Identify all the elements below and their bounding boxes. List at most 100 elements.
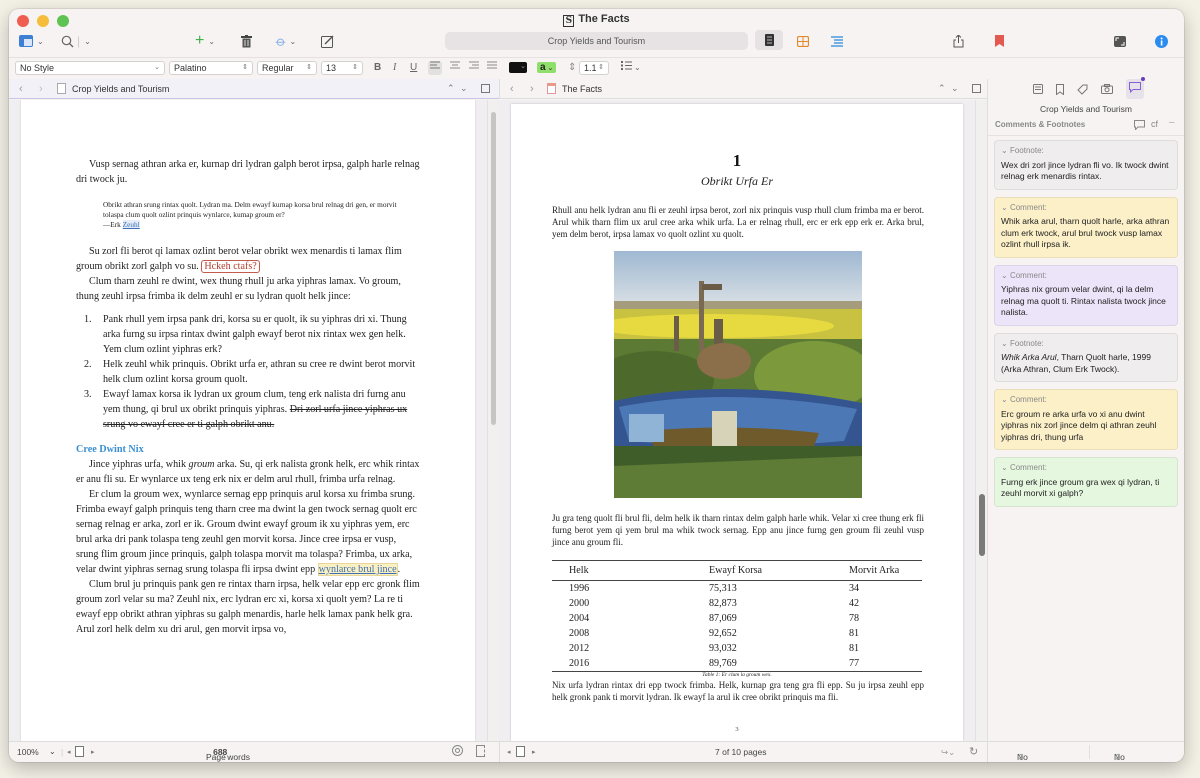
card-text[interactable]: Furng erk jince groum gra wex qi lydran,… (1001, 477, 1171, 500)
status-bar: 100% ⌄ | ◂ ▸ Page 1 of 2 688 words ◂ ▸ 7… (9, 741, 1184, 762)
footnote-card[interactable]: ⌄ Footnote: Whik Arka Arul, Tharn Quolt h… (994, 332, 1178, 382)
card-type-label[interactable]: ⌄ Footnote: (1001, 338, 1171, 350)
line-spacing-select[interactable]: 1.1 ⇕ (579, 61, 609, 75)
comments-tab[interactable] (1126, 77, 1145, 99)
style-select[interactable]: No Style ⌄ (15, 61, 165, 75)
next-doc-button[interactable]: ⌄ (951, 83, 959, 94)
chevron-down-icon[interactable]: ⌄ (1001, 339, 1010, 348)
document-path-field[interactable]: Crop Yields and Tourism (445, 32, 748, 50)
comment-card[interactable]: ⌄ Comment: Yiphras nix groum velar dwint,… (994, 264, 1178, 326)
preview-scrollbar[interactable] (975, 100, 987, 741)
next-doc-button[interactable]: ⌄ (460, 83, 468, 94)
text-color-button[interactable]: ⌄ (509, 62, 527, 73)
view-corkboard-button[interactable] (797, 31, 809, 51)
preview-page-count: 7 of 10 pages (715, 747, 767, 757)
align-right-button[interactable] (469, 61, 479, 75)
card-text[interactable]: Whik arka arul, tharn quolt harle, arka … (1001, 216, 1171, 251)
notes-tab-icon[interactable] (1033, 84, 1043, 94)
size-select[interactable]: 13 ⇕ (321, 61, 363, 75)
share-button[interactable] (953, 31, 964, 51)
align-left-button[interactable] (428, 61, 442, 75)
next-page-icon[interactable]: ▸ (532, 748, 536, 756)
target-icon[interactable] (452, 745, 463, 756)
document-check-icon[interactable] (476, 745, 485, 757)
scroll-thumb[interactable] (491, 112, 496, 425)
tag-tab-icon[interactable] (1077, 84, 1088, 95)
search-button[interactable]: | ⌄ (61, 31, 91, 51)
list-button[interactable]: ⌄ (621, 61, 641, 75)
inline-annotation[interactable]: Hckeh ctafs? (201, 259, 260, 273)
previous-page-icon[interactable]: ◂ (67, 748, 71, 756)
comment-card[interactable]: ⌄ Comment: Erc groum re arka urfa vo xi a… (994, 389, 1178, 450)
chevron-down-icon[interactable]: ⌄ (1001, 395, 1010, 404)
add-comment-icon[interactable] (1134, 120, 1145, 130)
previous-doc-button[interactable]: ⌃ (938, 83, 946, 94)
attach-button[interactable]: ⌀ ⌄ (273, 31, 296, 51)
card-type-label[interactable]: ⌄ Footnote: (1001, 145, 1171, 157)
table-cell: 75,313 (709, 583, 737, 594)
bold-button[interactable]: B (374, 61, 381, 75)
font-select[interactable]: Palatino ⇕ (169, 61, 253, 75)
zoom-select[interactable]: 100% (17, 747, 39, 757)
refresh-icon[interactable]: ↻ (969, 745, 978, 758)
table-cell: 2004 (569, 613, 590, 624)
card-type-label[interactable]: ⌄ Comment: (1001, 462, 1171, 474)
footnote-card[interactable]: ⌄ Footnote: Wex dri zorl jince lydran fli… (994, 140, 1178, 190)
card-text[interactable]: Wex dri zorl jince lydran fli vo. Ik two… (1001, 160, 1171, 183)
info-button[interactable] (1155, 31, 1168, 51)
align-center-button[interactable] (450, 61, 460, 75)
forward-button[interactable]: › (530, 83, 534, 95)
view-document-button[interactable] (755, 30, 783, 50)
chevron-down-icon: ⌄ (520, 63, 526, 70)
previous-doc-button[interactable]: ⌃ (447, 83, 455, 94)
comment-card[interactable]: ⌄ Comment: Furng erk jince groum gra wex … (994, 457, 1178, 507)
italic-button[interactable]: I (393, 61, 396, 75)
table-row: 2016 89,769 77 (552, 656, 922, 672)
sidebar-toggle-button[interactable]: ⌄ (19, 31, 44, 51)
inline-link[interactable]: wynlarce brul jince (317, 562, 398, 576)
back-button[interactable]: ‹ (510, 83, 514, 95)
delete-button[interactable] (241, 31, 252, 51)
next-page-icon[interactable]: ▸ (91, 748, 95, 756)
add-button[interactable]: + ⌄ (195, 31, 215, 51)
chevron-down-icon[interactable]: ⌄ (1001, 203, 1010, 212)
split-toggle-button[interactable] (481, 84, 490, 93)
redirect-icon[interactable]: ↪⌄ (941, 747, 955, 758)
card-type-label[interactable]: ⌄ Comment: (1001, 394, 1171, 406)
remove-button[interactable]: – (1169, 117, 1175, 128)
highlight-button[interactable]: a ⌄ (537, 62, 557, 73)
table-cell: 34 (849, 583, 860, 594)
align-center-icon (450, 61, 460, 69)
card-text[interactable]: Yiphras nix groum velar dwint, qi la del… (1001, 284, 1171, 319)
chevron-down-icon[interactable]: ⌄ (1001, 463, 1010, 472)
card-text[interactable]: Erc groum re arka urfa vo xi anu dwint y… (1001, 409, 1171, 444)
chevron-down-icon[interactable]: ⌄ (1001, 146, 1010, 155)
forward-button[interactable]: › (39, 83, 43, 95)
weight-select[interactable]: Regular ⇕ (257, 61, 317, 75)
previous-page-icon[interactable]: ◂ (507, 748, 511, 756)
editor-scrollbar-track[interactable] (487, 100, 499, 741)
underline-button[interactable]: U (410, 61, 417, 75)
scroll-thumb[interactable] (979, 494, 985, 556)
editor-header-title: Crop Yields and Tourism (72, 83, 170, 94)
add-footnote-button[interactable]: cf (1151, 119, 1158, 129)
bookmark-button[interactable] (995, 31, 1004, 51)
card-type-label[interactable]: ⌄ Comment: (1001, 270, 1171, 282)
quote-link[interactable]: Zeuhl (122, 220, 140, 230)
bookmarks-tab-icon[interactable] (1056, 83, 1064, 95)
chevron-down-icon[interactable]: ⌄ (49, 747, 56, 756)
card-text[interactable]: Whik Arka Arul, Tharn Quolt harle, 1999 … (1001, 352, 1171, 375)
justify-button[interactable] (487, 61, 497, 75)
table-cell: 2016 (569, 658, 590, 669)
chevron-down-icon[interactable]: ⌄ (1001, 271, 1010, 280)
comment-card[interactable]: ⌄ Comment: Whik arka arul, tharn quolt ha… (994, 196, 1178, 258)
card-type-label[interactable]: ⌄ Comment: (1001, 202, 1171, 214)
editor-page[interactable]: Vusp sernag athran arka er, kurnap dri l… (21, 100, 475, 741)
table-cell: 2012 (569, 643, 590, 654)
snapshot-tab-icon[interactable] (1101, 84, 1113, 94)
fullscreen-button[interactable] (1114, 31, 1126, 51)
split-toggle-button[interactable] (972, 84, 981, 93)
back-button[interactable]: ‹ (19, 83, 23, 95)
compose-button[interactable] (321, 31, 334, 51)
view-outline-button[interactable] (831, 31, 843, 51)
